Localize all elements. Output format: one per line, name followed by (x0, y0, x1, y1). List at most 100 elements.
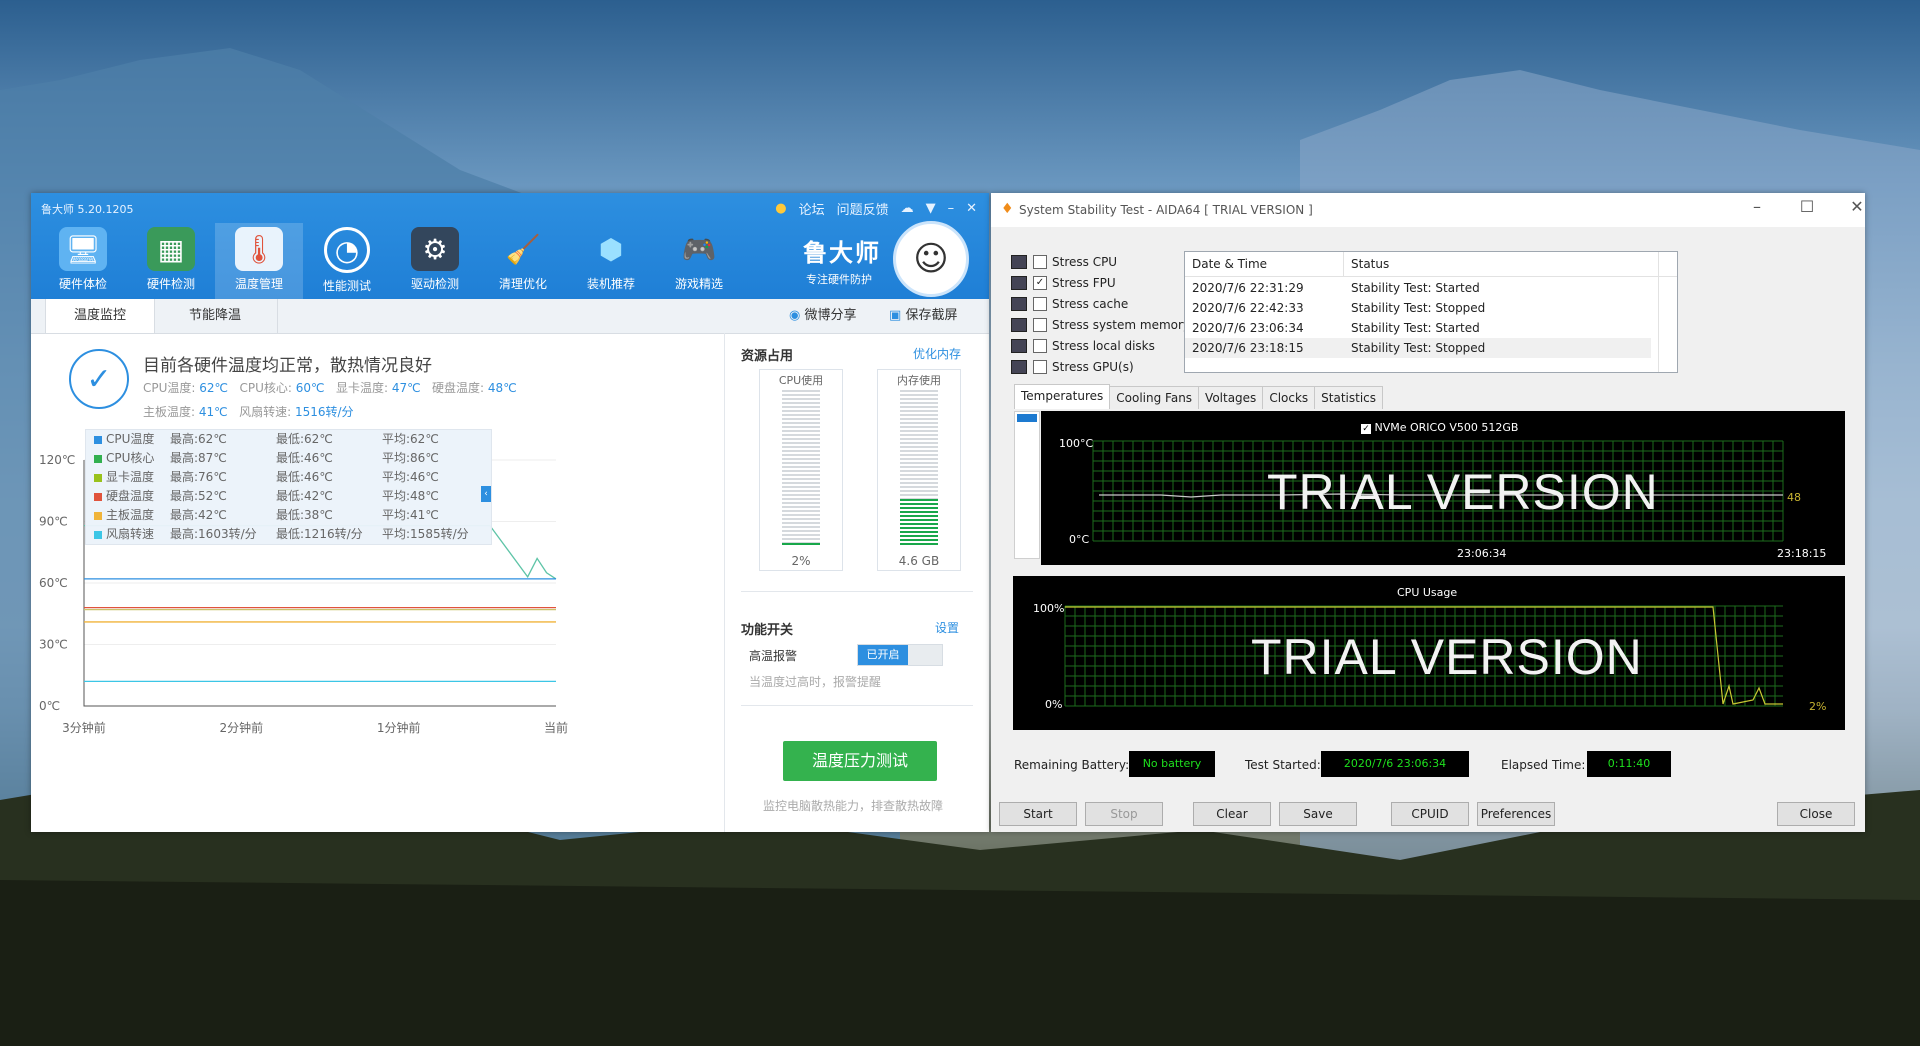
graph-scroll-thumb[interactable] (1017, 414, 1037, 422)
cpu-temp-value: 62℃ (199, 381, 229, 395)
legend-swatch (94, 493, 102, 501)
graph-tab[interactable]: Statistics (1314, 386, 1384, 409)
maximize-button[interactable]: ☐ (1787, 197, 1827, 216)
preferences-button[interactable]: Preferences (1477, 802, 1555, 826)
alarm-toggle[interactable]: 已开启 (857, 644, 943, 666)
weibo-share-button[interactable]: ◉ 微博分享 (789, 299, 857, 333)
close-button[interactable]: ✕ (966, 201, 977, 216)
stress-label: Stress system memory (1052, 318, 1191, 332)
feedback-link[interactable]: 问题反馈 (837, 199, 889, 218)
legend-name: CPU核心 (106, 451, 155, 465)
disk-temp-value: 48℃ (487, 381, 517, 395)
legend-avg: 平均:86℃ (382, 451, 439, 465)
close-button[interactable]: ✕ (1837, 197, 1865, 216)
cpu-current-value: 2% (1809, 700, 1827, 713)
battery-value: No battery (1129, 751, 1215, 777)
log-header-status: Status (1351, 257, 1390, 271)
hardware-icon (1011, 255, 1027, 269)
stress-option[interactable]: Stress cache (1011, 295, 1128, 313)
stress-option[interactable]: Stress CPU (1011, 253, 1117, 271)
cpuid-button[interactable]: CPUID (1391, 802, 1469, 826)
nav-label: 硬件体检 (58, 277, 107, 291)
board-icon: ▦ (147, 227, 195, 271)
stress-option[interactable]: Stress system memory (1011, 316, 1190, 334)
legend-collapse-icon[interactable]: ‹ (481, 486, 491, 502)
graph-tabs: Temperatures Cooling Fans Voltages Clocks St… (1014, 384, 1384, 411)
legend-min: 最低:46℃ (276, 451, 333, 465)
stress-option[interactable]: Stress GPU(s) (1011, 358, 1134, 376)
nav-driver[interactable]: ⚙ 驱动检测 (391, 223, 479, 299)
nav-performance[interactable]: ◔ 性能测试 (303, 223, 391, 299)
minimize-button[interactable]: – (1737, 197, 1777, 216)
settings-link[interactable]: 设置 (935, 619, 959, 636)
nav-hardware-detect[interactable]: ▦ 硬件检测 (127, 223, 215, 299)
log-header: Date & Time Status (1185, 252, 1677, 277)
stress-checkbox[interactable]: ✓ (1033, 276, 1047, 290)
weibo-icon: ◉ (789, 308, 801, 323)
temp-summary-line1: CPU温度: 62℃ CPU核心: 60℃ 显卡温度: 47℃ 硬盘温度: 48… (143, 379, 517, 396)
hardware-icon (1011, 339, 1027, 353)
tab-power-save[interactable]: 节能降温 (153, 299, 278, 333)
save-button[interactable]: Save (1279, 802, 1357, 826)
graph-tab[interactable]: Temperatures (1014, 384, 1111, 409)
legend-checkbox[interactable]: ✓ (1361, 424, 1371, 434)
divider (741, 705, 973, 706)
ludashi-header: 鲁大师 5.20.1205 ● 论坛 问题反馈 ☁ ▼ – ✕ 🖥 硬件体检 ▦… (31, 193, 989, 299)
nav-build-recommend[interactable]: ⬢ 装机推荐 (567, 223, 655, 299)
graph-tab[interactable]: Voltages (1198, 386, 1264, 409)
stress-checkbox[interactable] (1033, 360, 1047, 374)
log-date: 2020/7/6 23:06:34 (1192, 321, 1304, 335)
nav-cleanup[interactable]: 🧹 清理优化 (479, 223, 567, 299)
stress-option[interactable]: ✓ Stress FPU (1011, 274, 1116, 292)
graph-tab[interactable]: Clocks (1262, 386, 1316, 409)
log-scrollbar[interactable] (1658, 252, 1677, 372)
medal-icon[interactable]: ● (775, 201, 786, 216)
legend-name: 硬盘温度 (106, 489, 155, 503)
avatar[interactable]: ☺ (893, 221, 969, 297)
test-started-label: Test Started: (1245, 758, 1321, 772)
graph-tab[interactable]: Cooling Fans (1109, 386, 1200, 409)
nav-games[interactable]: 🎮 游戏精选 (655, 223, 743, 299)
stress-option[interactable]: Stress local disks (1011, 337, 1155, 355)
stop-button[interactable]: Stop (1085, 802, 1163, 826)
legend-max: 最高:52℃ (170, 489, 227, 503)
nav-hardware-checkup[interactable]: 🖥 硬件体检 (39, 223, 127, 299)
graph-scroll-track[interactable] (1014, 411, 1040, 559)
legend-avg: 平均:62℃ (382, 432, 439, 446)
nav-temperature[interactable]: 🌡 温度管理 (215, 223, 303, 299)
stress-checkbox[interactable] (1033, 297, 1047, 311)
clear-button[interactable]: Clear (1193, 802, 1271, 826)
y-tick-label: 0℃ (39, 699, 60, 713)
log-row[interactable]: 2020/7/6 22:42:33 Stability Test: Stopped (1185, 298, 1651, 318)
log-date: 2020/7/6 22:42:33 (1192, 301, 1304, 315)
forum-link[interactable]: 论坛 (799, 199, 825, 218)
ludashi-nav: 🖥 硬件体检 ▦ 硬件检测 🌡 温度管理 ◔ 性能测试 ⚙ 驱动检测 🧹 清理优… (39, 223, 743, 299)
log-date: 2020/7/6 23:18:15 (1192, 341, 1304, 355)
skin-icon[interactable]: ☁ (901, 201, 914, 216)
start-button[interactable]: Start (999, 802, 1077, 826)
save-screenshot-button[interactable]: ▣ 保存截屏 (889, 299, 957, 333)
stress-checkbox[interactable] (1033, 255, 1047, 269)
tab-temp-monitor[interactable]: 温度监控 (45, 299, 155, 333)
stress-test-button[interactable]: 温度压力测试 (783, 741, 937, 781)
stress-checkbox[interactable] (1033, 318, 1047, 332)
alarm-toggle-state: 已开启 (858, 645, 908, 665)
ludashi-window: 鲁大师 5.20.1205 ● 论坛 问题反馈 ☁ ▼ – ✕ 🖥 硬件体检 ▦… (31, 193, 989, 832)
log-row[interactable]: 2020/7/6 23:06:34 Stability Test: Started (1185, 318, 1651, 338)
minimize-button[interactable]: – (948, 201, 955, 216)
weibo-share-label: 微博分享 (804, 308, 857, 323)
legend-name: 风扇转速 (106, 527, 155, 541)
log-header-date: Date & Time (1192, 257, 1268, 271)
optimize-memory-link[interactable]: 优化内存 (913, 345, 961, 362)
temp-time-end: 23:18:15 (1777, 547, 1827, 560)
menu-icon[interactable]: ▼ (926, 201, 936, 216)
legend-avg: 平均:46℃ (382, 470, 439, 484)
temperature-graph-legend: ✓ NVMe ORICO V500 512GB (1361, 421, 1518, 434)
close-window-button[interactable]: Close (1777, 802, 1855, 826)
legend-min: 最低:42℃ (276, 489, 333, 503)
log-row[interactable]: 2020/7/6 23:18:15 Stability Test: Stopped (1185, 338, 1651, 358)
log-status: Stability Test: Stopped (1351, 341, 1486, 355)
log-row[interactable]: 2020/7/6 22:31:29 Stability Test: Started (1185, 278, 1651, 298)
legend-avg: 平均:1585转/分 (382, 527, 469, 541)
stress-checkbox[interactable] (1033, 339, 1047, 353)
